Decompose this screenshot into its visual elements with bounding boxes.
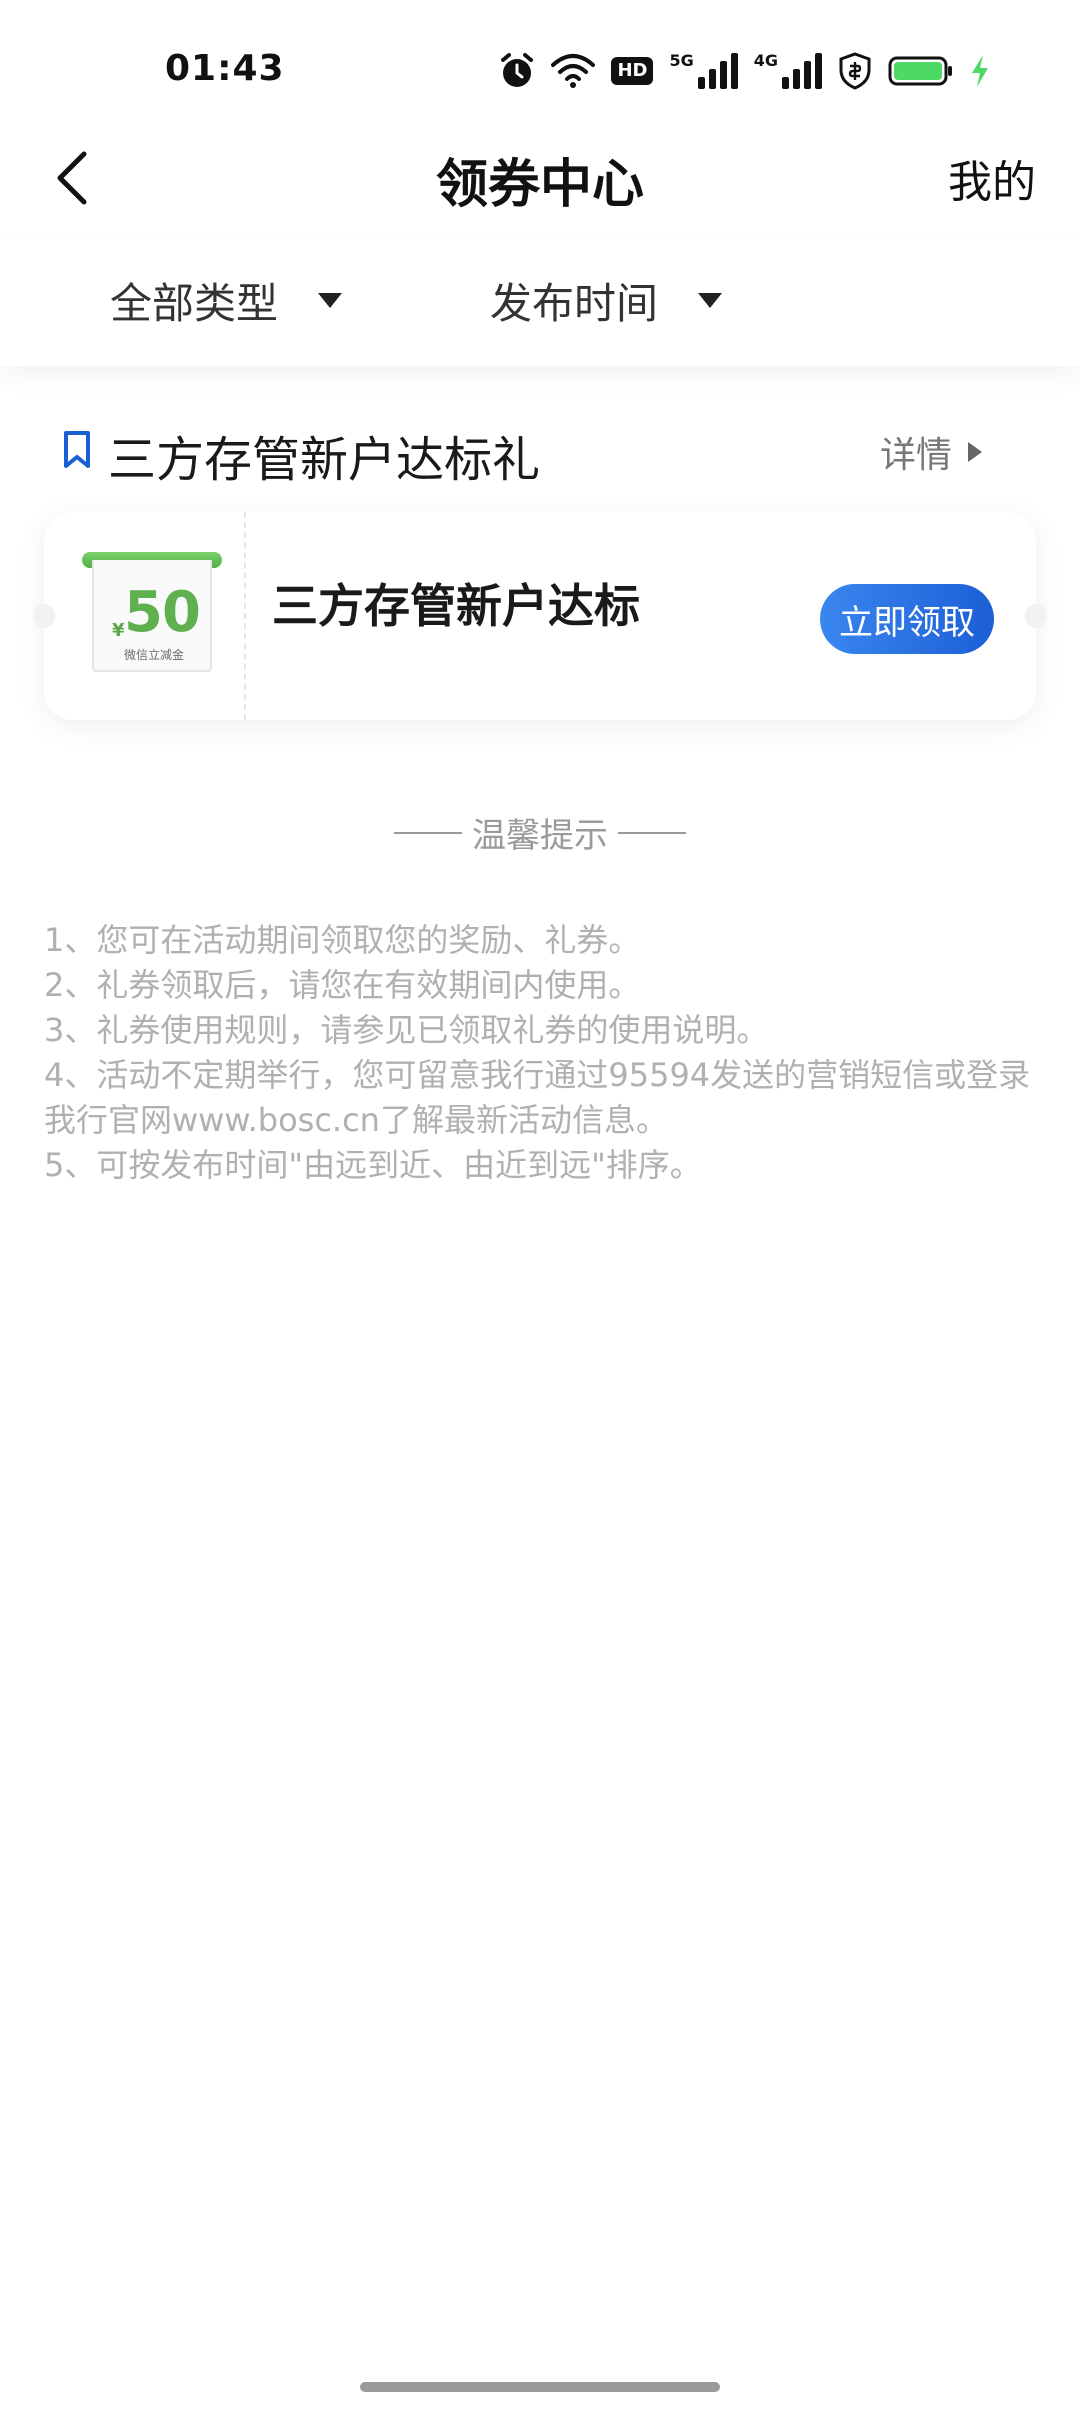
details-link[interactable]: 详情 [880, 426, 982, 478]
filter-time-label: 发布时间 [490, 279, 659, 328]
section-header: 三方存管新户达标礼 详情 [62, 412, 982, 488]
tip-item: 5、可按发布时间"由远到近、由近到远"排序。 [44, 1146, 702, 1184]
tips-title-text: 温馨提示 [472, 816, 608, 856]
details-label: 详情 [879, 435, 952, 476]
card-notch-left [33, 604, 55, 628]
tip-item: 1、您可在活动期间领取您的奖励、礼券。 [44, 921, 641, 959]
hd-icon: HD [611, 57, 654, 85]
coupon-amount: 50 [124, 580, 201, 645]
status-bar: 01:43 HD 5G 4G [0, 0, 1080, 140]
wifi-icon [551, 53, 596, 89]
status-time: 01:43 [165, 48, 285, 89]
coupon-name: 三方存管新户达标 [272, 579, 640, 633]
coupon-card: ¥ 50 微信立减金 三方存管新户达标 立即领取 [33, 512, 1047, 720]
caret-down-icon [698, 293, 723, 308]
coupon-currency: ¥ [112, 620, 125, 641]
tip-item: 4、活动不定期举行，您可留意我行通过95594发送的营销短信或登录我行官网www… [44, 1056, 1031, 1139]
coupon-divider [244, 512, 246, 720]
claim-button[interactable]: 立即领取 [820, 584, 994, 654]
tips-title-line-right [618, 831, 686, 834]
signal-5g-icon: 5G [669, 51, 738, 89]
triangle-right-icon [968, 442, 982, 462]
battery-icon [888, 55, 954, 87]
tips-title-line-left [394, 831, 462, 834]
filter-type-dropdown[interactable]: 全部类型 [110, 270, 343, 331]
tips-list: 1、您可在活动期间领取您的奖励、礼券。 2、礼券领取后，请您在有效期间内使用。 … [44, 918, 1044, 1188]
home-indicator[interactable] [360, 2382, 720, 2392]
bookmark-icon [64, 431, 90, 468]
net-4g-label: 4G [753, 51, 778, 70]
back-arrow-icon [57, 151, 87, 205]
coupon-sub-label: 微信立减金 [123, 648, 184, 662]
card-notch-right [1025, 604, 1047, 628]
tip-item: 3、礼券使用规则，请参见已领取礼券的使用说明。 [44, 1011, 769, 1049]
back-button[interactable] [42, 142, 102, 214]
tip-item: 2、礼券领取后，请您在有效期间内使用。 [44, 966, 641, 1004]
nav-bar: 领券中心 我的 [0, 128, 1080, 228]
charging-icon [970, 54, 990, 88]
filter-bar: 全部类型 发布时间 [0, 240, 1080, 366]
my-coupons-link[interactable]: 我的 [948, 146, 1036, 210]
filter-time-dropdown[interactable]: 发布时间 [490, 270, 723, 331]
status-icons: HD 5G 4G [499, 48, 990, 94]
section-title: 三方存管新户达标礼 [108, 432, 541, 488]
tips-title: 温馨提示 [0, 808, 1080, 857]
coupon-ticket-icon: ¥ 50 微信立减金 [82, 552, 222, 682]
alarm-icon [499, 52, 535, 90]
filter-type-label: 全部类型 [110, 279, 279, 328]
caret-down-icon [318, 293, 343, 308]
net-5g-label: 5G [669, 51, 694, 70]
signal-4g-icon: 4G [754, 53, 822, 89]
shield-icon [838, 52, 872, 90]
page-title: 领券中心 [435, 155, 644, 215]
